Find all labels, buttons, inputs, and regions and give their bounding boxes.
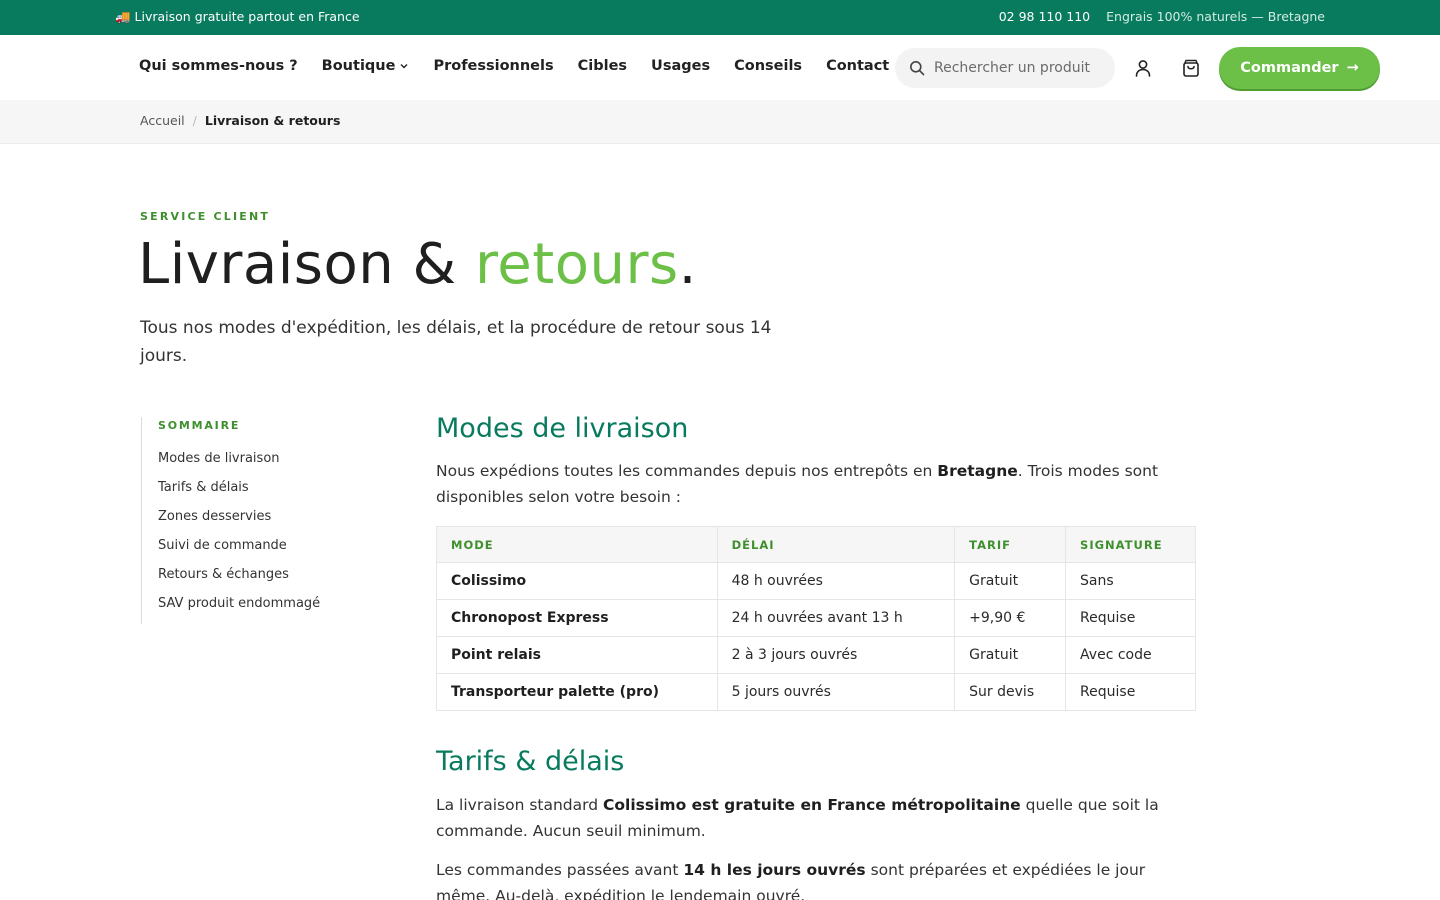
- order-button[interactable]: Commander →: [1219, 47, 1380, 89]
- nav-label: Conseils: [734, 58, 803, 74]
- breadcrumb-separator: /: [192, 113, 197, 128]
- breadcrumb-current: Livraison & retours: [204, 113, 341, 128]
- hero-eyebrow: SERVICE CLIENT: [140, 210, 271, 223]
- column-header: SIGNATURE: [1065, 526, 1196, 563]
- para-text: Les commandes passées avant: [436, 861, 684, 879]
- table-cell: Requise: [1065, 599, 1196, 637]
- arrow-right-icon: →: [1346, 60, 1359, 76]
- nav-item-pros[interactable]: Professionnels: [433, 58, 553, 74]
- search-input[interactable]: [934, 60, 1094, 76]
- cart-button[interactable]: [1179, 56, 1203, 80]
- nav-item-advice[interactable]: Conseils: [734, 58, 802, 74]
- table-row: Point relais 2 à 3 jours ouvrés Gratuit …: [436, 636, 1196, 674]
- nav-item-uses[interactable]: Usages: [651, 58, 710, 74]
- table-cell: 2 à 3 jours ouvrés: [716, 636, 956, 674]
- title-main: Livraison &: [138, 232, 475, 297]
- modes-intro: Nous expédions toutes les commandes depu…: [436, 458, 1196, 510]
- toc-link-returns[interactable]: Retours & échanges: [158, 566, 361, 595]
- nav-item-targets[interactable]: Cibles: [578, 58, 627, 74]
- nav-label: Contact: [826, 58, 890, 74]
- breadcrumb-home[interactable]: Accueil: [140, 113, 185, 128]
- main-nav: Qui sommes-nous ? Boutique Professionnel…: [139, 58, 889, 74]
- para-bold: 14 h les jours ouvrés: [683, 861, 866, 879]
- column-header: MODE: [436, 526, 718, 563]
- table-cell: Chronopost Express: [436, 599, 718, 637]
- user-icon: [1135, 60, 1151, 77]
- title-accent: retours: [475, 232, 679, 297]
- free-shipping-text: 🚚 Livraison gratuite partout en France: [115, 9, 360, 24]
- table-cell: Gratuit: [954, 562, 1067, 600]
- nav-label: Usages: [651, 58, 711, 74]
- breadcrumb: Accueil / Livraison & retours: [0, 100, 1440, 144]
- table-row: Chronopost Express 24 h ouvrées avant 13…: [436, 599, 1196, 637]
- order-button-label: Commander: [1240, 60, 1339, 76]
- phone-number[interactable]: 02 98 110 110: [999, 9, 1090, 24]
- table-cell: 5 jours ouvrés: [716, 673, 956, 711]
- table-cell: Transporteur palette (pro): [436, 673, 718, 711]
- tarifs-paragraph-1: La livraison standard Colissimo est grat…: [436, 792, 1196, 844]
- tagline: Engrais 100% naturels — Bretagne: [1106, 9, 1325, 24]
- toc-link-modes[interactable]: Modes de livraison: [158, 450, 361, 479]
- nav-label: Boutique: [321, 58, 396, 74]
- table-cell: Requise: [1065, 673, 1196, 711]
- toc-link-tracking[interactable]: Suivi de commande: [158, 537, 361, 566]
- toc-label: SOMMAIRE: [158, 419, 241, 432]
- table-cell: 24 h ouvrées avant 13 h: [716, 599, 956, 637]
- table-cell: Point relais: [436, 636, 718, 674]
- table-cell: +9,90 €: [954, 599, 1067, 637]
- site-header: Qui sommes-nous ? Boutique Professionnel…: [0, 35, 1440, 100]
- table-cell: Sur devis: [954, 673, 1067, 711]
- topbar-right: 02 98 110 110 Engrais 100% naturels — Br…: [999, 9, 1325, 24]
- table-cell: Avec code: [1065, 636, 1196, 674]
- table-row: Transporteur palette (pro) 5 jours ouvré…: [436, 673, 1196, 711]
- toc-link-tarifs[interactable]: Tarifs & délais: [158, 479, 361, 508]
- chevron-down-icon: [400, 64, 408, 69]
- table-cell: 48 h ouvrées: [716, 562, 956, 600]
- table-cell: Gratuit: [954, 636, 1067, 674]
- search-box[interactable]: [895, 48, 1115, 88]
- para-text: La livraison standard: [436, 796, 604, 814]
- nav-item-shop[interactable]: Boutique: [322, 58, 410, 74]
- section-title-modes: Modes de livraison: [436, 413, 689, 444]
- search-icon: [910, 61, 925, 76]
- nav-label: Cibles: [577, 58, 628, 74]
- nav-label: Qui sommes-nous ?: [139, 58, 298, 74]
- table-of-contents: SOMMAIRE Modes de livraison Tarifs & dél…: [141, 417, 361, 624]
- toc-link-zones[interactable]: Zones desservies: [158, 508, 361, 537]
- hero-subtitle: Tous nos modes d'expédition, les délais,…: [140, 318, 772, 366]
- table-row: Colissimo 48 h ouvrées Gratuit Sans: [436, 562, 1196, 600]
- table-cell: Colissimo: [436, 562, 718, 600]
- top-announcement-bar: 🚚 Livraison gratuite partout en France 0…: [0, 0, 1440, 35]
- intro-bold: Bretagne: [937, 462, 1018, 480]
- page-title: Livraison & retours.: [138, 232, 697, 297]
- column-header: DÉLAI: [716, 526, 956, 563]
- nav-item-about[interactable]: Qui sommes-nous ?: [139, 58, 298, 74]
- cart-icon: [1183, 59, 1199, 77]
- column-header: TARIF: [954, 526, 1067, 563]
- tarifs-paragraph-2: Les commandes passées avant 14 h les jou…: [436, 857, 1196, 900]
- section-title-tarifs: Tarifs & délais: [436, 746, 625, 777]
- nav-item-contact[interactable]: Contact: [826, 58, 889, 74]
- nav-label: Professionnels: [433, 58, 554, 74]
- account-button[interactable]: [1131, 56, 1155, 80]
- para-bold: Colissimo est gratuite en France métropo…: [603, 796, 1021, 814]
- table-cell: Sans: [1065, 562, 1196, 600]
- toc-link-sav[interactable]: SAV produit endommagé: [158, 595, 361, 624]
- shipping-modes-table: MODE DÉLAI TARIF SIGNATURE Colissimo 48 …: [436, 526, 1196, 711]
- table-header-row: MODE DÉLAI TARIF SIGNATURE: [436, 526, 1196, 563]
- title-end: .: [678, 232, 697, 297]
- intro-text: Nous expédions toutes les commandes depu…: [436, 462, 938, 480]
